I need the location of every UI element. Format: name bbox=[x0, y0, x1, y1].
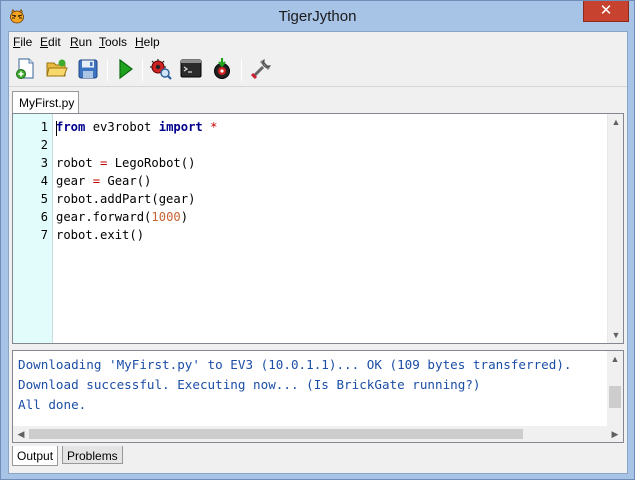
line-number: 1 bbox=[40, 120, 48, 134]
code-token: 1000 bbox=[151, 210, 181, 224]
scroll-left-arrow-icon[interactable]: ◀ bbox=[13, 426, 29, 442]
output-vertical-scrollbar[interactable]: ▲ bbox=[607, 351, 623, 427]
code-line[interactable]: robot.addPart(gear) bbox=[56, 192, 195, 206]
code-token: robot.exit() bbox=[56, 228, 145, 242]
code-token: gear.forward( bbox=[56, 210, 152, 224]
download-to-robot-icon[interactable] bbox=[210, 57, 234, 81]
code-token: Gear() bbox=[100, 174, 152, 188]
editor-vertical-scrollbar[interactable]: ▲ ▼ bbox=[607, 114, 623, 343]
scroll-thumb[interactable] bbox=[609, 386, 621, 408]
menu-help[interactable]: Help bbox=[135, 35, 160, 49]
code-line[interactable]: robot.exit() bbox=[56, 228, 144, 242]
app-window: TigerJython ✕ File Edit Run Tools Help M… bbox=[0, 0, 635, 480]
scroll-up-arrow-icon[interactable]: ▲ bbox=[607, 351, 623, 367]
code-token: * bbox=[210, 120, 218, 134]
tab-output[interactable]: Output bbox=[12, 446, 59, 466]
line-number: 3 bbox=[40, 156, 48, 170]
line-number: 2 bbox=[40, 138, 48, 152]
code-text-area[interactable]: from ev3robot import * robot = LegoRobot(… bbox=[54, 114, 607, 343]
menu-run[interactable]: Run bbox=[70, 35, 92, 49]
code-line[interactable]: from ev3robot import * bbox=[56, 120, 217, 134]
output-line: All done. bbox=[18, 397, 87, 412]
line-number-gutter: 1 2 3 4 5 6 7 bbox=[13, 114, 53, 343]
settings-tools-icon[interactable] bbox=[249, 57, 273, 81]
scroll-down-arrow-icon[interactable]: ▼ bbox=[608, 327, 624, 343]
toolbar-separator bbox=[241, 59, 242, 81]
debug-icon[interactable] bbox=[149, 57, 173, 81]
output-line: Downloading 'MyFirst.py' to EV3 (10.0.1.… bbox=[18, 357, 572, 372]
open-file-icon[interactable] bbox=[45, 57, 69, 81]
code-line[interactable]: gear = Gear() bbox=[56, 174, 151, 188]
run-icon[interactable] bbox=[113, 57, 137, 81]
output-panel[interactable]: Downloading 'MyFirst.py' to EV3 (10.0.1.… bbox=[12, 350, 624, 443]
toolbar bbox=[9, 53, 627, 87]
output-line: Download successful. Executing now... (I… bbox=[18, 377, 481, 392]
editor-tab-strip: MyFirst.py bbox=[9, 89, 627, 113]
save-icon[interactable] bbox=[76, 57, 100, 81]
menu-edit[interactable]: Edit bbox=[40, 35, 61, 49]
output-horizontal-scrollbar[interactable]: ◀ ▶ bbox=[13, 426, 623, 442]
scroll-thumb[interactable] bbox=[29, 429, 523, 439]
title-bar[interactable]: TigerJython ✕ bbox=[1, 1, 634, 31]
code-token: from bbox=[56, 120, 86, 134]
client-area: File Edit Run Tools Help MyFirst.py 1 2 … bbox=[8, 31, 628, 474]
line-number: 6 bbox=[40, 210, 48, 224]
code-token: robot bbox=[56, 156, 101, 170]
toolbar-separator bbox=[142, 59, 143, 81]
code-token: LegoRobot() bbox=[107, 156, 196, 170]
bottom-tab-strip: Output Problems bbox=[9, 446, 627, 468]
output-text-area[interactable]: Downloading 'MyFirst.py' to EV3 (10.0.1.… bbox=[13, 351, 607, 427]
menu-bar: File Edit Run Tools Help bbox=[9, 32, 627, 52]
code-line[interactable]: gear.forward(1000) bbox=[56, 210, 188, 224]
line-number: 5 bbox=[40, 192, 48, 206]
line-number: 4 bbox=[40, 174, 48, 188]
new-file-icon[interactable] bbox=[14, 57, 38, 81]
menu-tools[interactable]: Tools bbox=[99, 35, 127, 49]
code-editor[interactable]: 1 2 3 4 5 6 7 from ev3robot import * robot = Le… bbox=[12, 113, 624, 344]
tab-myfirst-py[interactable]: MyFirst.py bbox=[12, 91, 79, 113]
window-title: TigerJython bbox=[278, 8, 357, 25]
close-button[interactable]: ✕ bbox=[583, 1, 629, 22]
code-token: ev3robot bbox=[85, 120, 159, 134]
menu-file[interactable]: File bbox=[13, 35, 32, 49]
toolbar-separator bbox=[107, 59, 108, 81]
code-token: ) bbox=[180, 210, 189, 224]
code-line[interactable]: robot = LegoRobot() bbox=[56, 156, 195, 170]
code-token: = bbox=[92, 174, 101, 188]
tab-problems[interactable]: Problems bbox=[62, 446, 123, 464]
line-number: 7 bbox=[40, 228, 48, 242]
code-token: robot.addPart(gear) bbox=[56, 192, 196, 206]
scroll-up-arrow-icon[interactable]: ▲ bbox=[608, 114, 624, 130]
code-token: gear bbox=[56, 174, 93, 188]
scroll-right-arrow-icon[interactable]: ▶ bbox=[607, 426, 623, 442]
console-icon[interactable] bbox=[179, 57, 203, 81]
code-token: import bbox=[158, 120, 203, 134]
